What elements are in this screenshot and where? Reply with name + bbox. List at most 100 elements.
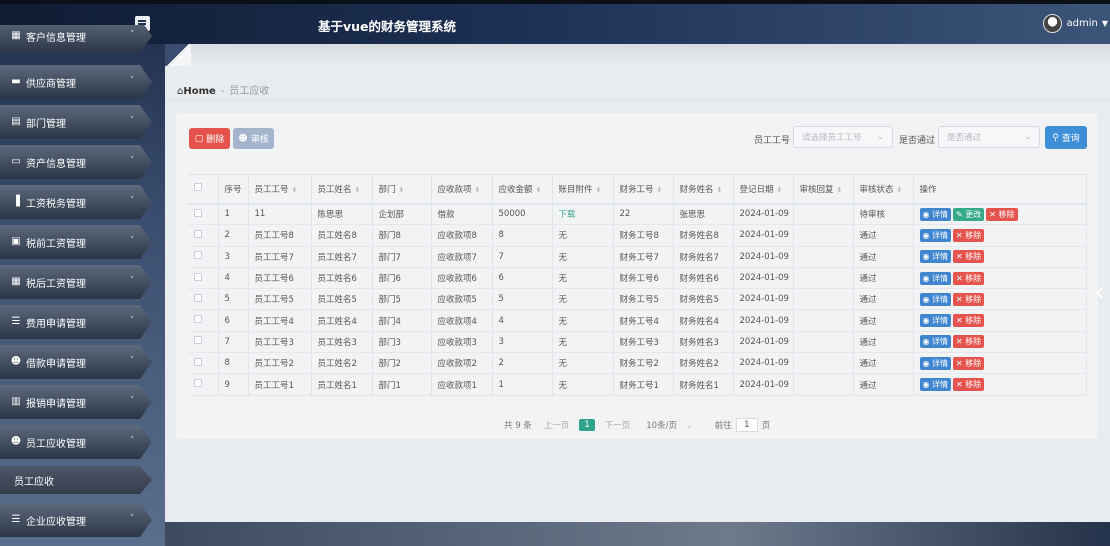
column-header[interactable]: 账目附件 ⬍ (552, 174, 614, 205)
table-cell: 8 (492, 224, 553, 247)
sidebar-item[interactable]: ☰ 费用申请管理 ˅ (0, 305, 152, 339)
detail-button[interactable]: ◉ 详情 (919, 207, 952, 221)
prev-page-button[interactable]: 上一页 (544, 419, 570, 431)
sidebar-item[interactable]: ▦ 税后工资管理 ˅ (0, 265, 152, 299)
row-checkbox[interactable] (194, 251, 202, 260)
user-menu[interactable]: admin ▼ (1042, 14, 1108, 33)
remove-button[interactable]: ✕ 移除 (953, 335, 985, 349)
sidebar-item[interactable]: ▭ 资产信息管理 ˅ (0, 145, 152, 179)
remove-icon: ✕ (956, 316, 966, 326)
column-header[interactable]: 审核状态 ⬍ (853, 174, 914, 205)
column-header[interactable]: 财务姓名 ⬍ (673, 174, 734, 205)
download-link[interactable]: 下载 (552, 203, 614, 226)
table-cell: 7 (218, 331, 249, 354)
sort-icon[interactable]: ⬍ (897, 186, 903, 194)
sort-icon[interactable]: ⬍ (536, 186, 542, 194)
detail-button[interactable]: ◉ 详情 (919, 292, 952, 306)
table-cell: 通过 (853, 288, 914, 311)
column-header[interactable]: 部门 ⬍ (372, 174, 432, 205)
detail-button[interactable]: ◉ 详情 (919, 271, 952, 285)
detail-button[interactable]: ◉ 详情 (919, 228, 952, 242)
edit-button[interactable]: ✎ 更改 (953, 207, 985, 221)
table-row: 7 员工工号3 员工姓名3 部门3 应收款项3 3 无财务工号3 财务姓名3 2024-01-0… (188, 331, 1087, 354)
detail-button[interactable]: ◉ 详情 (919, 335, 952, 349)
detail-button[interactable]: ◉ 详情 (919, 356, 952, 370)
row-checkbox[interactable] (194, 379, 202, 388)
detail-button[interactable]: ◉ 详情 (919, 314, 952, 328)
column-header[interactable]: 财务工号 ⬍ (613, 174, 674, 205)
remove-icon: ✕ (956, 252, 966, 262)
sidebar-item[interactable]: ☻ 借款申请管理 ˅ (0, 345, 152, 379)
remove-button[interactable]: ✕ 移除 (953, 356, 985, 370)
remove-button[interactable]: ✕ 移除 (953, 228, 985, 242)
sidebar-item-label: 员工应收 (14, 476, 54, 488)
row-select-cell (188, 352, 219, 375)
table-cell: 员工工号7 (248, 246, 312, 268)
column-header[interactable]: 登记日期 ⬍ (733, 174, 794, 205)
page-number-button[interactable]: 1 (579, 419, 595, 431)
remove-button[interactable]: ✕ 移除 (953, 378, 985, 392)
sidebar-item[interactable]: ▬ 供应商管理 ˅ (0, 65, 152, 99)
breadcrumb-home[interactable]: Home (183, 86, 215, 97)
sort-icon[interactable]: ⬍ (837, 186, 843, 194)
sidebar-subitem[interactable]: 员工应收 (0, 466, 152, 494)
sidebar-item[interactable]: ☻ 员工应收管理 ˄ (0, 425, 152, 459)
remove-button[interactable]: ✕ 移除 (986, 207, 1018, 221)
sort-icon[interactable]: ⬍ (399, 186, 405, 194)
table-cell: 5 (218, 288, 249, 311)
row-checkbox[interactable] (194, 293, 202, 302)
sidebar-item[interactable]: ▤ 部门管理 ˅ (0, 105, 152, 139)
row-checkbox[interactable] (194, 229, 202, 238)
row-checkbox[interactable] (194, 208, 202, 217)
avatar[interactable] (1042, 14, 1062, 33)
select-all-checkbox[interactable] (194, 183, 202, 192)
sort-icon[interactable]: ⬍ (657, 186, 663, 194)
emp-no-select[interactable]: 请选择员工工号 ⌄ (793, 126, 893, 148)
sort-icon[interactable]: ⬍ (596, 186, 602, 194)
chevron-left-icon[interactable]: ‹ (1094, 275, 1105, 308)
row-checkbox[interactable] (194, 272, 202, 281)
page-size-select[interactable]: 10条/页 ⌄ (646, 419, 693, 431)
row-checkbox[interactable] (194, 357, 202, 366)
sort-icon[interactable]: ⬍ (355, 186, 361, 194)
sort-icon[interactable]: ⬍ (475, 186, 481, 194)
sidebar-item[interactable]: ▦ 客户信息管理 ˅ (0, 25, 152, 53)
sort-icon[interactable]: ⬍ (777, 186, 783, 194)
delete-button[interactable]: ▢ 删除 (189, 128, 230, 149)
sidebar-item[interactable]: ▥ 报销申请管理 ˅ (0, 385, 152, 419)
table-cell: 无 (552, 352, 614, 375)
row-select-cell (188, 224, 219, 247)
passed-select[interactable]: 是否通过 ⌄ (938, 126, 1040, 148)
table-cell: 4 (218, 267, 249, 290)
detail-button[interactable]: ◉ 详情 (919, 378, 952, 392)
detail-button[interactable]: ◉ 详情 (919, 250, 952, 264)
remove-button[interactable]: ✕ 移除 (953, 250, 985, 264)
detail-icon: ◉ (922, 337, 933, 347)
row-checkbox[interactable] (194, 315, 202, 324)
sidebar-item-label: 借款申请管理 (26, 358, 86, 370)
remove-button[interactable]: ✕ 移除 (953, 292, 985, 306)
column-header[interactable]: 员工姓名 ⬍ (311, 174, 373, 205)
sort-icon[interactable]: ⬍ (717, 186, 723, 194)
table-cell: 通过 (853, 246, 914, 268)
column-header[interactable]: 审核回复 ⬍ (793, 174, 854, 205)
audit-button[interactable]: ☻ 审核 (233, 128, 274, 149)
table-cell: 8 (218, 352, 249, 375)
goto-page-input[interactable]: 1 (735, 418, 758, 432)
remove-button[interactable]: ✕ 移除 (953, 314, 985, 328)
column-header[interactable]: 员工工号 ⬍ (248, 174, 312, 205)
detail-icon: ◉ (922, 209, 933, 219)
table-cell: 财务姓名7 (673, 246, 734, 268)
sort-icon[interactable]: ⬍ (292, 186, 298, 194)
sidebar-item[interactable]: ▐ 工资税务管理 ˅ (0, 185, 152, 219)
next-page-button[interactable]: 下一页 (605, 419, 631, 431)
detail-icon: ◉ (922, 316, 933, 326)
row-checkbox[interactable] (194, 336, 202, 345)
column-header[interactable]: 应收金额 ⬍ (492, 174, 553, 205)
search-button[interactable]: ⚲ 查询 (1045, 126, 1087, 149)
sidebar-item[interactable]: ▣ 税前工资管理 ˅ (0, 225, 152, 259)
column-header[interactable]: 应收款项 ⬍ (431, 174, 493, 205)
remove-button[interactable]: ✕ 移除 (953, 271, 985, 285)
table-cell: 应收款项6 (431, 267, 493, 290)
sidebar-item[interactable]: ☰ 企业应收管理 ˅ (0, 503, 152, 537)
